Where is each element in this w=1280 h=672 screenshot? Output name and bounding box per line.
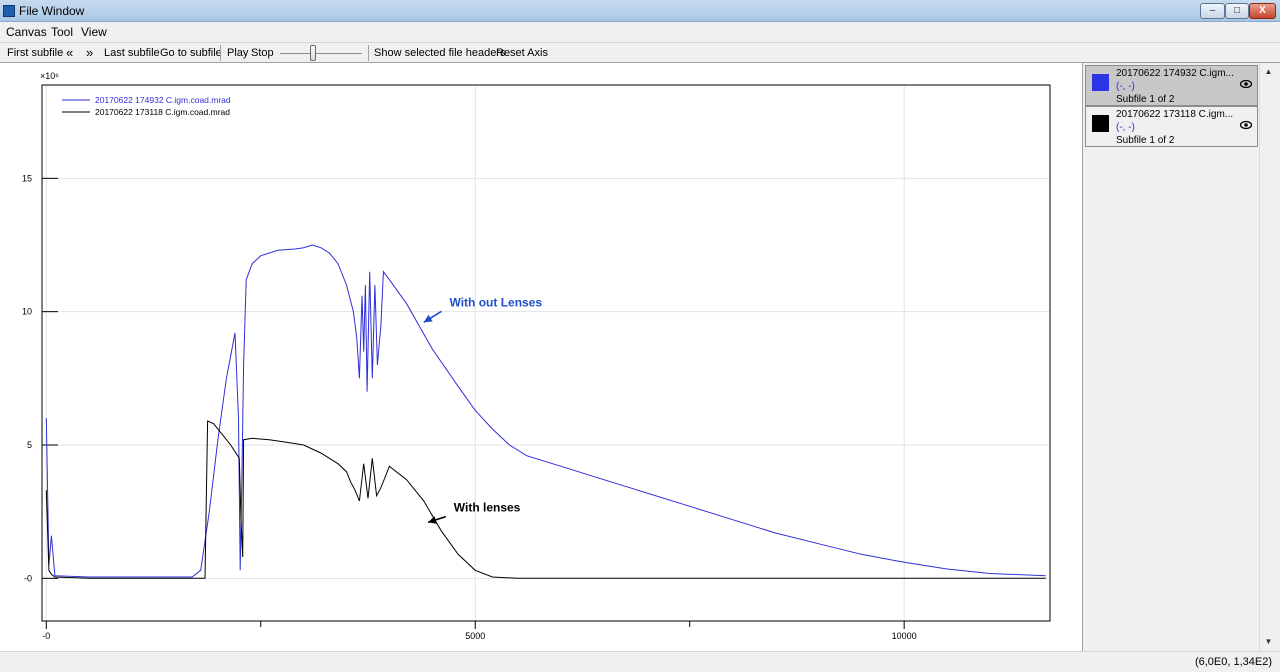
toolbar-separator: [220, 45, 221, 61]
plot-frame: [41, 84, 1051, 622]
y-tick-label: -0: [24, 573, 32, 583]
x-tick-label: 5000: [465, 631, 485, 641]
legend-item-174932[interactable]: 20170622 174932 C.igm... (-, -) Subfile …: [1085, 65, 1258, 106]
x-tick-label: -0: [42, 631, 50, 641]
next-icon[interactable]: »: [86, 45, 93, 60]
spectrum-chart[interactable]: -0 5000 10000 -0 5 10 15 ×10⁶ 20170622 174932 …: [0, 63, 1082, 651]
chart-legend: 20170622 174932 C.igm.coad.mrad 20170622 …: [62, 95, 231, 117]
color-swatch[interactable]: [1092, 74, 1109, 91]
legend-file-name: 20170622 174932 C.igm...: [1116, 68, 1234, 79]
y-tick-label: 15: [22, 173, 32, 183]
annotation-label: With out Lenses: [449, 295, 542, 309]
legend-entry-label: 20170622 174932 C.igm.coad.mrad: [95, 95, 231, 105]
show-headers-button[interactable]: Show selected file headers: [374, 47, 505, 59]
legend-subfile: Subfile 1 of 2: [1116, 94, 1175, 105]
reset-axis-button[interactable]: Reset Axis: [496, 47, 548, 59]
menu-tool[interactable]: Tool: [51, 25, 73, 39]
first-subfile-button[interactable]: First subfile: [7, 47, 63, 59]
annotations: With out Lenses With lenses: [423, 295, 542, 524]
legend-item-173118[interactable]: 20170622 173118 C.igm... (-, -) Subfile …: [1085, 106, 1258, 147]
y-multiplier-label: ×10⁶: [40, 71, 59, 81]
grid: [42, 85, 1050, 621]
scroll-up-icon[interactable]: ▲: [1260, 65, 1277, 79]
menu-canvas[interactable]: Canvas: [6, 25, 47, 39]
color-swatch[interactable]: [1092, 115, 1109, 132]
menu-view[interactable]: View: [81, 25, 107, 39]
series-line-1: [45, 244, 1046, 578]
legend-file-name: 20170622 173118 C.igm...: [1116, 109, 1234, 120]
minimize-button[interactable]: –: [1200, 3, 1225, 19]
plot-canvas[interactable]: -0 5000 10000 -0 5 10 15 ×10⁶ 20170622 174932 …: [0, 63, 1082, 651]
stop-button[interactable]: Stop: [251, 47, 274, 59]
title-bar: File Window – □ X: [0, 0, 1280, 22]
slider-thumb[interactable]: [310, 45, 316, 61]
legend-subfile: Subfile 1 of 2: [1116, 135, 1175, 146]
y-tick-label: 10: [22, 307, 32, 317]
window-title: File Window: [19, 4, 85, 18]
vertical-scrollbar[interactable]: ▲ ▼: [1259, 63, 1276, 651]
menu-bar: Canvas Tool View: [0, 22, 1280, 42]
eye-icon[interactable]: [1240, 78, 1252, 90]
go-to-subfile-button[interactable]: Go to subfile: [160, 47, 222, 59]
axis-ticks: -0 5000 10000 -0 5 10 15: [22, 173, 917, 641]
toolbar-separator: [368, 45, 369, 61]
play-button[interactable]: Play: [227, 47, 248, 59]
series-layer: [45, 244, 1046, 579]
annotation-label: With lenses: [454, 501, 521, 515]
legend-entry-label: 20170622 173118 C.igm.coad.mrad: [95, 107, 230, 117]
subfile-slider[interactable]: [280, 53, 362, 54]
legend-coords: (-, -): [1116, 81, 1135, 92]
last-subfile-button[interactable]: Last subfile: [104, 47, 160, 59]
app-icon: [3, 5, 15, 17]
previous-icon[interactable]: «: [66, 45, 73, 60]
file-legend-panel: 20170622 174932 C.igm... (-, -) Subfile …: [1082, 63, 1280, 651]
x-tick-label: 10000: [892, 631, 917, 641]
eye-icon[interactable]: [1240, 119, 1252, 131]
legend-coords: (-, -): [1116, 122, 1135, 133]
status-bar: (6,0E0, 1,34E2): [0, 651, 1280, 672]
close-button[interactable]: X: [1249, 3, 1276, 19]
toolbar: First subfile « » Last subfile Go to sub…: [0, 42, 1280, 63]
y-tick-label: 5: [27, 440, 32, 450]
maximize-button[interactable]: □: [1225, 3, 1249, 19]
cursor-coordinates: (6,0E0, 1,34E2): [1194, 656, 1272, 668]
scroll-down-icon[interactable]: ▼: [1260, 635, 1277, 649]
